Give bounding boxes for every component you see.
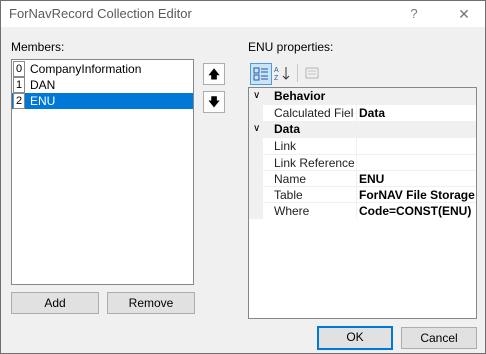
property-grid[interactable]: ∨ Behavior Calculated Fields Data ∨ Data… [248, 87, 477, 319]
cancel-button[interactable]: Cancel [401, 327, 477, 349]
arrow-down-icon: 🡇 [207, 95, 221, 109]
property-pages-button[interactable] [302, 63, 322, 83]
help-button[interactable]: ? [403, 4, 425, 24]
member-index: 0 [13, 61, 25, 77]
window-title: ForNavRecord Collection Editor [9, 6, 192, 21]
column-divider [356, 155, 357, 171]
property-row-link[interactable]: Link [249, 137, 476, 154]
row-gutter [249, 203, 263, 219]
category-label: Data [274, 122, 301, 136]
arrow-up-icon: 🡅 [207, 67, 221, 81]
sort-alphabetical-icon: A Z [274, 67, 290, 82]
column-divider [356, 138, 357, 154]
property-name: Calculated Fields [274, 106, 354, 120]
property-row-link-reference[interactable]: Link Reference [249, 154, 476, 171]
collapse-chevron-icon[interactable]: ∨ [253, 122, 263, 136]
member-name: DAN [30, 78, 56, 92]
member-index: 2 [13, 93, 25, 109]
property-value[interactable]: Code=CONST(ENU) [359, 204, 476, 218]
property-pages-icon [305, 67, 319, 79]
close-button[interactable]: ✕ [453, 4, 475, 24]
category-label: Behavior [274, 89, 326, 103]
member-item-companyinformation[interactable]: 0 CompanyInformation [12, 61, 193, 77]
svg-text:A: A [274, 67, 279, 74]
members-label: Members: [11, 40, 65, 54]
remove-button[interactable]: Remove [107, 292, 195, 314]
alphabetical-view-button[interactable]: A Z [272, 63, 292, 83]
property-value[interactable]: Data [359, 106, 476, 120]
collection-editor-window: ForNavRecord Collection Editor ? ✕ Membe… [0, 0, 486, 354]
ok-button[interactable]: OK [317, 326, 393, 350]
column-divider [356, 187, 357, 203]
row-gutter [249, 171, 263, 187]
svg-text:Z: Z [274, 75, 279, 81]
property-name: Name [274, 172, 307, 186]
property-row-table[interactable]: Table ForNAV File Storage [249, 186, 476, 203]
move-up-button[interactable]: 🡅 [203, 63, 225, 85]
row-gutter [249, 155, 263, 171]
property-name: Link [274, 139, 297, 153]
properties-label: ENU properties: [248, 40, 334, 54]
categorized-view-button[interactable] [250, 63, 272, 85]
row-gutter [249, 105, 263, 121]
member-name: ENU [30, 94, 56, 108]
property-name: Link Reference [274, 156, 354, 170]
category-data[interactable]: ∨ Data [249, 121, 476, 137]
property-row-calculated-fields[interactable]: Calculated Fields Data [249, 104, 476, 121]
member-item-enu[interactable]: 2 ENU [12, 93, 193, 109]
category-behavior[interactable]: ∨ Behavior [249, 88, 476, 104]
property-value[interactable]: ENU [359, 172, 476, 186]
move-down-button[interactable]: 🡇 [203, 91, 225, 113]
property-value[interactable]: ForNAV File Storage [359, 188, 476, 202]
column-divider [356, 203, 357, 219]
column-divider [356, 105, 357, 121]
property-row-name[interactable]: Name ENU [249, 170, 476, 187]
member-name: CompanyInformation [30, 62, 142, 76]
add-button[interactable]: Add [11, 292, 99, 314]
column-divider [356, 171, 357, 187]
property-row-where[interactable]: Where Code=CONST(ENU) [249, 202, 476, 219]
row-gutter [249, 187, 263, 203]
member-index: 1 [13, 77, 25, 93]
categorized-icon [253, 67, 268, 81]
property-name: Table [274, 188, 303, 202]
collapse-chevron-icon[interactable]: ∨ [253, 89, 263, 103]
members-list[interactable]: 0 CompanyInformation 1 DAN 2 ENU [11, 59, 194, 285]
toolbar-separator [297, 64, 298, 82]
row-gutter [249, 138, 263, 154]
property-name: Where [274, 204, 310, 218]
member-item-dan[interactable]: 1 DAN [12, 77, 193, 93]
title-bar: ForNavRecord Collection Editor ? ✕ [1, 1, 485, 27]
